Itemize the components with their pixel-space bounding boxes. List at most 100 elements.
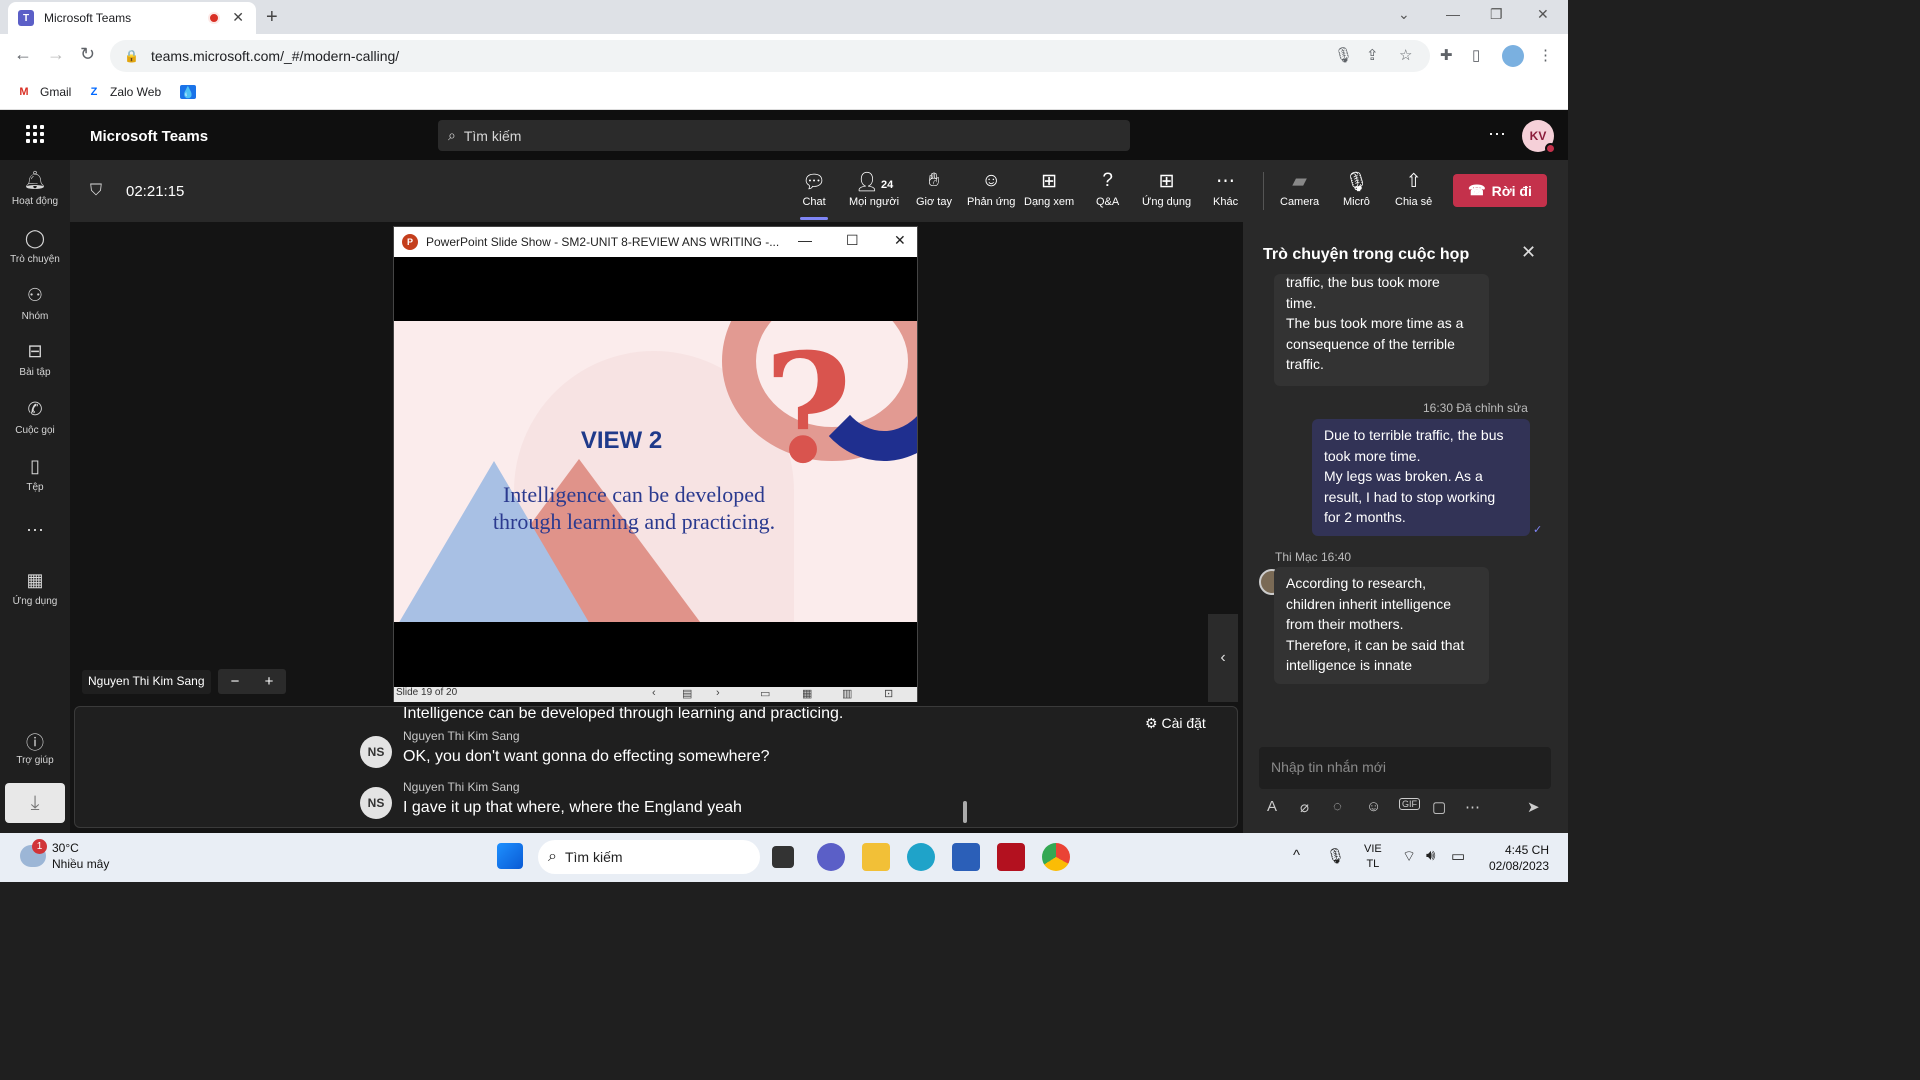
- toolbar-qa-button[interactable]: ? Q&A: [1096, 170, 1119, 208]
- rail-label: Cuộc gọi: [15, 425, 55, 436]
- rail-apps[interactable]: ▦ Ứng dụng: [0, 570, 70, 607]
- extensions-icon[interactable]: ✚: [1440, 46, 1453, 64]
- format-icon[interactable]: A: [1267, 798, 1277, 815]
- tab-search-icon[interactable]: ⌄: [1398, 6, 1410, 23]
- game-app-icon[interactable]: [997, 843, 1025, 871]
- bookmark-gmail[interactable]: M Gmail: [16, 85, 71, 99]
- rail-activity[interactable]: 🔔︎ Hoạt động: [0, 170, 70, 207]
- lang-top: VIE: [1364, 843, 1382, 855]
- user-avatar[interactable]: KV: [1522, 120, 1556, 154]
- toolbar-more-button[interactable]: ⋯ Khác: [1213, 170, 1238, 208]
- toolbar-view-button[interactable]: ⊞ Dạng xem: [1024, 170, 1074, 208]
- battery-icon[interactable]: ▭: [1451, 847, 1465, 865]
- app-launcher-icon[interactable]: [26, 125, 44, 143]
- rail-teams[interactable]: ⚇ Nhóm: [0, 285, 70, 322]
- wifi-icon[interactable]: ⌔: [1402, 847, 1416, 866]
- forward-icon[interactable]: →: [47, 44, 65, 65]
- browser-menu-icon[interactable]: ⋮: [1538, 46, 1553, 64]
- new-tab-button[interactable]: +: [266, 6, 278, 29]
- close-tab-icon[interactable]: ✕: [232, 9, 244, 26]
- normal-view-icon[interactable]: ▭: [760, 687, 770, 700]
- emoji-icon[interactable]: ☺: [1366, 798, 1381, 815]
- reload-icon[interactable]: ↻: [80, 44, 95, 65]
- toolbar-people-button[interactable]: 👤︎ 24 Mọi người: [849, 170, 899, 208]
- message-compose-input[interactable]: Nhập tin nhắn mới: [1259, 747, 1551, 789]
- toolbar-raise-hand-button[interactable]: ✋︎ Giơ tay: [916, 170, 952, 208]
- search-input[interactable]: ⌕ Tìm kiếm: [438, 120, 1130, 151]
- chat-bubble-icon: 💬︎: [802, 172, 827, 193]
- expand-panel-button[interactable]: ‹: [1208, 614, 1238, 702]
- attach-icon[interactable]: ⌀: [1300, 798, 1309, 816]
- toolbar-apps-button[interactable]: ⊞ Ứng dụng: [1142, 170, 1191, 208]
- toolbar-mic-button[interactable]: 🎙︎ Micrô: [1343, 170, 1370, 208]
- send-icon[interactable]: ➤: [1527, 798, 1540, 816]
- store-icon[interactable]: [952, 843, 980, 871]
- sorter-view-icon[interactable]: ▦: [802, 687, 812, 700]
- windows-start-icon[interactable]: [497, 843, 523, 869]
- file-explorer-icon[interactable]: [862, 843, 890, 871]
- taskbar-search[interactable]: ⌕ Tìm kiếm: [538, 840, 760, 874]
- system-clock[interactable]: 4:45 CH 02/08/2023: [1485, 842, 1549, 874]
- edge-icon[interactable]: [907, 843, 935, 871]
- toolbar-chat-button[interactable]: 💬︎ Chat: [799, 170, 829, 220]
- next-slide-icon[interactable]: ›: [716, 687, 720, 699]
- hangup-icon: ☎: [1468, 182, 1486, 198]
- zoom-in-button[interactable]: +: [265, 673, 274, 690]
- close-window-button[interactable]: ✕: [1537, 6, 1549, 23]
- share-icon[interactable]: ⇪: [1366, 46, 1379, 64]
- ppt-close-button[interactable]: ✕: [894, 232, 906, 249]
- msg-line: result, I had to stop working: [1324, 488, 1496, 505]
- close-chat-icon[interactable]: ✕: [1521, 242, 1536, 263]
- leave-button[interactable]: ☎ Rời đi: [1453, 174, 1547, 207]
- loop-icon[interactable]: ◌: [1333, 798, 1342, 815]
- download-icon[interactable]: ⤓: [5, 783, 65, 823]
- browser-tab[interactable]: T Microsoft Teams ✕: [8, 2, 256, 34]
- ppt-minimize-button[interactable]: —: [798, 232, 812, 248]
- toolbar-react-button[interactable]: ☺ Phản ứng: [967, 170, 1015, 208]
- search-icon: ⌕: [548, 848, 557, 865]
- reading-view-icon[interactable]: ▥: [842, 687, 852, 700]
- zoom-out-button[interactable]: −: [231, 673, 240, 690]
- prev-slide-icon[interactable]: ‹: [652, 687, 656, 699]
- slideshow-icon[interactable]: ⊡: [884, 687, 893, 700]
- mic-search-icon[interactable]: 🎙: [1334, 46, 1353, 64]
- msg-line: children inherit intelligence: [1286, 595, 1451, 612]
- chrome-icon[interactable]: [1042, 843, 1070, 871]
- toolbar-share-button[interactable]: ⇧ Chia sẻ: [1395, 170, 1432, 208]
- tray-mic-icon[interactable]: 🎙︎: [1326, 847, 1345, 865]
- gif-icon[interactable]: GIF: [1399, 798, 1420, 810]
- ppt-maximize-button[interactable]: ☐: [846, 232, 859, 249]
- rail-files[interactable]: ▯ Tệp: [0, 456, 70, 493]
- url-field[interactable]: 🔒 teams.microsoft.com/_#/modern-calling/: [110, 40, 1430, 72]
- recording-icon: [208, 12, 220, 24]
- profile-avatar[interactable]: [1502, 45, 1524, 67]
- restore-button[interactable]: ❐: [1490, 6, 1503, 23]
- more-actions-icon[interactable]: ⋯: [1465, 798, 1480, 816]
- tray-chevron-up-icon[interactable]: ^: [1293, 847, 1300, 864]
- side-panel-icon[interactable]: ▯: [1472, 46, 1480, 64]
- caption-avatar: NS: [360, 736, 392, 768]
- rail-calls[interactable]: ✆ Cuộc gọi: [0, 399, 70, 436]
- bookmark-drop[interactable]: 💧: [180, 85, 204, 99]
- back-icon[interactable]: ←: [14, 44, 32, 65]
- rail-help[interactable]: ⓘ Trợ giúp: [0, 729, 70, 766]
- people-count: 24: [880, 179, 894, 191]
- toolbar-camera-button[interactable]: ▰ Camera: [1280, 170, 1319, 208]
- rail-label: Nhóm: [21, 311, 49, 322]
- caption-scrollbar[interactable]: [963, 801, 967, 823]
- slide-menu-icon[interactable]: ▤: [682, 687, 692, 700]
- more-options-icon[interactable]: ⋯: [1488, 124, 1506, 145]
- rail-assignments[interactable]: ⊟ Bài tập: [0, 341, 70, 378]
- volume-icon[interactable]: 🔊︎: [1426, 847, 1435, 864]
- sticker-icon[interactable]: ▢: [1432, 798, 1446, 816]
- minimize-button[interactable]: —: [1446, 6, 1460, 22]
- bookmark-zalo[interactable]: Z Zalo Web: [86, 85, 162, 99]
- rail-chat[interactable]: ◯ Trò chuyện: [0, 228, 70, 265]
- teams-chat-icon[interactable]: [817, 843, 845, 871]
- input-language[interactable]: VIE TL: [1364, 842, 1382, 872]
- caption-settings-button[interactable]: ⚙ Cài đặt: [1145, 715, 1206, 732]
- task-view-icon[interactable]: [772, 846, 794, 868]
- apps-icon: ▦: [26, 570, 44, 590]
- rail-more[interactable]: ⋯: [0, 520, 70, 546]
- bookmark-star-icon[interactable]: ☆: [1399, 46, 1412, 64]
